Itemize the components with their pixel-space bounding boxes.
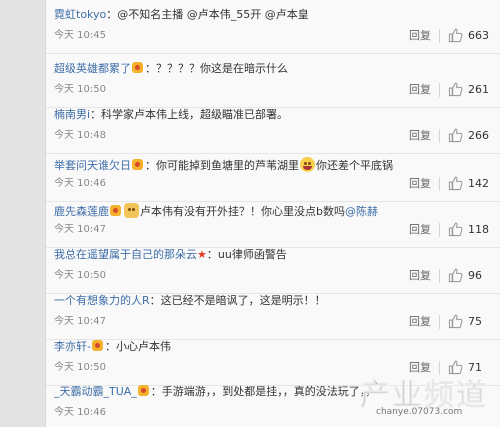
comment-time: 今天 10:46 (54, 407, 106, 418)
comment-time: 今天 10:47 (54, 316, 106, 327)
thumbs-up-icon (448, 314, 463, 329)
thumbs-up-icon (448, 222, 463, 237)
comment-line: 我总在遥望属于自己的那朵云★：uu律师函警告 (54, 246, 494, 264)
reply-button[interactable]: 回复 (409, 222, 431, 238)
username-link[interactable]: 一个有想象力的人R (54, 294, 150, 307)
like-count: 71 (468, 361, 482, 374)
username-link[interactable]: 楠南男i (54, 108, 90, 121)
comment-line: 一个有想象力的人R：这已经不是暗讽了，这是明示！！ (54, 292, 494, 310)
comment-text: ：小心卢本伟 (104, 340, 171, 353)
comment-text: ：科学家卢本伟上线，超级瞄准已部署。 (90, 108, 289, 121)
like-button[interactable]: 142 (448, 175, 500, 193)
reply-button[interactable]: 回复 (409, 82, 431, 98)
like-button[interactable]: 71 (448, 359, 500, 377)
comment-line: 举套问天谁欠日 ：你可能掉到鱼塘里的芦苇湖里 你还差个平底锅 (54, 154, 494, 172)
comment-time: 今天 10:45 (54, 30, 106, 41)
comment-text: ：uu律师函警告 (206, 248, 287, 261)
like-count: 75 (468, 315, 482, 328)
like-count: 142 (468, 177, 489, 190)
comment-item: 楠南男i：科学家卢本伟上线，超级瞄准已部署。 今天 10:48 回复 266 (46, 100, 500, 154)
reply-button[interactable]: 回复 (409, 268, 431, 284)
comment-text: ：？？？？你这是在暗示什么 (145, 62, 288, 75)
username-link[interactable]: _天霸动霸_TUA_ (54, 385, 137, 398)
thumbs-up-icon (448, 128, 463, 143)
divider (439, 269, 440, 283)
divider (439, 129, 440, 143)
comment-text: ：@不知名主播 @卢本伟_55开 @卢本皇 (106, 8, 309, 21)
reply-button[interactable]: 回复 (409, 314, 431, 330)
like-button[interactable]: 96 (448, 267, 500, 285)
like-count: 96 (468, 269, 482, 282)
username-link[interactable]: 李亦轩- (54, 340, 91, 353)
member-badge-icon (132, 62, 143, 73)
reply-button[interactable]: 回复 (409, 128, 431, 144)
comment-text: ：手游端游，，到处都是挂，，真的没法玩了，， (150, 385, 377, 398)
mention-link[interactable]: @陈赫 (345, 205, 378, 218)
comment-line: 鹿先森莲鹿 卢本伟有没有开外挂？！你心里没点b数吗@陈赫 (54, 200, 494, 218)
comment-line: 霓虹tokyo：@不知名主播 @卢本伟_55开 @卢本皇 (54, 6, 494, 24)
like-button[interactable]: 266 (448, 127, 500, 145)
reply-button[interactable]: 回复 (409, 176, 431, 192)
thumbs-up-icon (448, 360, 463, 375)
member-badge-icon (137, 385, 149, 396)
like-count: 663 (468, 29, 489, 42)
comment-time: 今天 10:50 (54, 270, 106, 281)
divider (439, 177, 440, 191)
thumbs-up-icon (448, 82, 463, 97)
member-badge-icon (110, 205, 121, 216)
like-button[interactable]: 118 (448, 221, 500, 239)
like-count: 118 (468, 223, 489, 236)
laughing-emoji-icon (300, 157, 315, 172)
comment-time: 今天 10:46 (54, 178, 106, 189)
divider (439, 315, 440, 329)
comment-text: ：你可能掉到鱼塘里的芦苇湖里 (145, 159, 299, 172)
divider (439, 29, 440, 43)
member-badge-icon (91, 340, 103, 351)
comment-line: 李亦轩- ：小心卢本伟 (54, 338, 494, 356)
divider (439, 83, 440, 97)
divider (439, 223, 440, 237)
username-link[interactable]: 举套问天谁欠日 (54, 159, 131, 172)
like-count: 266 (468, 129, 489, 142)
comment-text: ：这已经不是暗讽了，这是明示！！ (149, 294, 326, 307)
comment-line: 超级英雄都累了 ：？？？？你这是在暗示什么 (54, 60, 494, 78)
like-button[interactable]: 75 (448, 313, 500, 331)
username-link[interactable]: 鹿先森莲鹿 (54, 205, 109, 218)
comment-line: 楠南男i：科学家卢本伟上线，超级瞄准已部署。 (54, 106, 494, 124)
member-badge-icon (132, 159, 143, 170)
username-link[interactable]: 霓虹tokyo (54, 8, 106, 21)
comment-text: 卢本伟有没有开外挂？！你心里没点b数吗 (140, 205, 345, 218)
thumbs-up-icon (448, 28, 463, 43)
comment-line: _天霸动霸_TUA_ ：手游端游，，到处都是挂，，真的没法玩了，， (54, 383, 494, 401)
like-button[interactable]: 663 (448, 27, 500, 45)
reply-button[interactable]: 回复 (409, 28, 431, 44)
thumbs-up-icon (448, 268, 463, 283)
thumbs-up-icon (448, 176, 463, 191)
like-button[interactable]: 261 (448, 81, 500, 99)
comment-item: _天霸动霸_TUA_ ：手游端游，，到处都是挂，，真的没法玩了，， 今天 10:4… (46, 377, 500, 427)
username-link[interactable]: 超级英雄都累了 (54, 62, 131, 75)
comment-time: 今天 10:47 (54, 224, 106, 235)
comment-time: 今天 10:50 (54, 84, 106, 95)
cat-emoji-icon (124, 203, 139, 218)
comment-time: 今天 10:50 (54, 362, 106, 373)
reply-button[interactable]: 回复 (409, 360, 431, 376)
comment-item: 霓虹tokyo：@不知名主播 @卢本伟_55开 @卢本皇 今天 10:45 回复… (46, 0, 500, 54)
divider (439, 361, 440, 375)
comment-panel: 霓虹tokyo：@不知名主播 @卢本伟_55开 @卢本皇 今天 10:45 回复… (45, 0, 500, 427)
like-count: 261 (468, 83, 489, 96)
star-icon: ★ (197, 248, 207, 261)
comment-text: 你还差个平底锅 (316, 159, 393, 172)
username-link[interactable]: 我总在遥望属于自己的那朵云 (54, 248, 197, 261)
comment-time: 今天 10:48 (54, 130, 106, 141)
